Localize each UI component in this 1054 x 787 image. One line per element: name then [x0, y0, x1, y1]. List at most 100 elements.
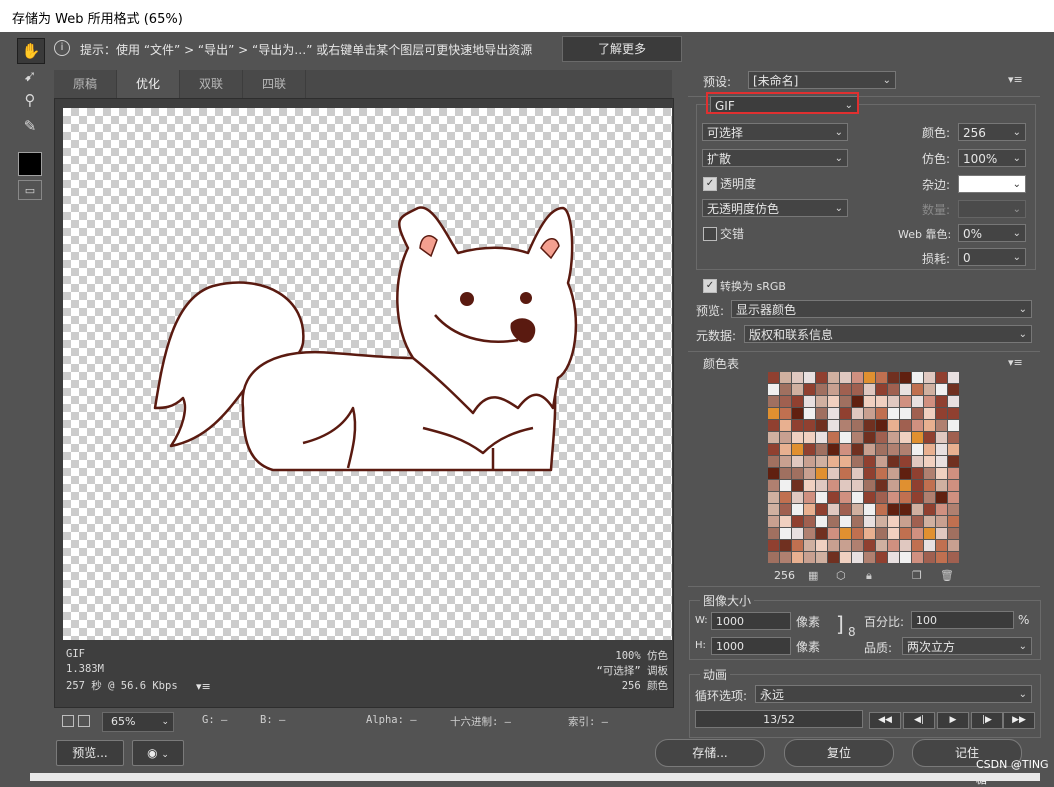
color-swatch[interactable] — [948, 384, 960, 396]
color-swatch[interactable] — [780, 468, 792, 480]
color-swatch[interactable] — [792, 468, 804, 480]
color-swatch[interactable] — [864, 372, 876, 384]
color-swatch[interactable] — [768, 408, 780, 420]
color-swatch[interactable] — [936, 384, 948, 396]
lock-icon[interactable]: 🔒︎ — [866, 569, 872, 583]
next-frame-button[interactable]: |▶ — [971, 712, 1003, 729]
color-swatch[interactable] — [900, 420, 912, 432]
color-table-menu-icon[interactable]: ▾≡ — [1008, 356, 1023, 369]
color-swatch[interactable] — [888, 384, 900, 396]
color-swatch[interactable] — [876, 396, 888, 408]
preset-select[interactable]: [未命名] ⌄ — [748, 71, 896, 89]
color-swatch[interactable] — [792, 432, 804, 444]
color-swatch[interactable] — [852, 444, 864, 456]
color-swatch[interactable] — [888, 408, 900, 420]
color-swatch[interactable] — [804, 492, 816, 504]
color-swatch[interactable] — [852, 540, 864, 552]
color-swatch[interactable] — [816, 396, 828, 408]
color-swatch[interactable] — [768, 372, 780, 384]
download-speed-menu-icon[interactable]: ▾≡ — [196, 680, 211, 693]
color-swatch[interactable] — [840, 396, 852, 408]
color-swatch[interactable] — [816, 432, 828, 444]
color-swatch[interactable] — [948, 396, 960, 408]
color-swatch[interactable] — [792, 552, 804, 564]
color-swatch[interactable] — [816, 408, 828, 420]
color-swatch[interactable] — [792, 396, 804, 408]
color-swatch[interactable] — [780, 552, 792, 564]
convert-srgb-checkbox[interactable]: ✓ — [703, 279, 717, 293]
color-swatch[interactable] — [852, 396, 864, 408]
color-swatch[interactable] — [900, 444, 912, 456]
color-swatch[interactable] — [804, 516, 816, 528]
colors-select[interactable]: 256 ⌄ — [958, 123, 1026, 141]
color-swatch[interactable] — [840, 540, 852, 552]
dither-algorithm-select[interactable]: 扩散 ⌄ — [702, 149, 848, 167]
cube-icon[interactable]: ⬡ — [836, 569, 846, 582]
color-swatch[interactable] — [852, 528, 864, 540]
color-swatch[interactable] — [888, 480, 900, 492]
color-swatch[interactable] — [780, 396, 792, 408]
color-swatch[interactable] — [924, 420, 936, 432]
color-swatch[interactable] — [804, 384, 816, 396]
color-swatch[interactable] — [828, 492, 840, 504]
color-swatch[interactable] — [948, 480, 960, 492]
color-swatch[interactable] — [864, 516, 876, 528]
color-swatch[interactable] — [852, 504, 864, 516]
color-swatch[interactable] — [900, 516, 912, 528]
color-swatch[interactable] — [840, 528, 852, 540]
color-swatch[interactable] — [900, 432, 912, 444]
color-swatch[interactable] — [912, 516, 924, 528]
color-swatch[interactable] — [948, 432, 960, 444]
color-swatch[interactable] — [780, 432, 792, 444]
color-swatch[interactable] — [912, 372, 924, 384]
color-swatch[interactable] — [804, 504, 816, 516]
color-swatch[interactable] — [912, 528, 924, 540]
color-swatch[interactable] — [888, 504, 900, 516]
color-swatch[interactable] — [936, 492, 948, 504]
color-swatch[interactable] — [876, 504, 888, 516]
color-swatch[interactable] — [804, 420, 816, 432]
hand-tool-icon[interactable]: ✋ — [17, 38, 45, 64]
color-swatch[interactable] — [948, 420, 960, 432]
color-swatch[interactable] — [816, 420, 828, 432]
quality-select[interactable]: 两次立方 ⌄ — [902, 637, 1032, 655]
color-swatch[interactable] — [804, 396, 816, 408]
color-swatch[interactable] — [828, 396, 840, 408]
tab-4-up[interactable]: 四联 — [243, 70, 306, 98]
color-swatch[interactable] — [888, 468, 900, 480]
color-swatch[interactable] — [948, 372, 960, 384]
color-swatch[interactable] — [816, 492, 828, 504]
zoom-tool-icon[interactable]: ⚲ — [17, 88, 43, 112]
color-swatch[interactable] — [936, 408, 948, 420]
color-swatch[interactable] — [828, 432, 840, 444]
color-swatch[interactable] — [768, 528, 780, 540]
color-swatch[interactable] — [936, 540, 948, 552]
save-button[interactable]: 存储... — [655, 739, 765, 767]
color-swatch[interactable] — [768, 420, 780, 432]
metadata-select[interactable]: 版权和联系信息 ⌄ — [744, 325, 1032, 343]
color-swatch[interactable] — [828, 552, 840, 564]
lossy-select[interactable]: 0 ⌄ — [958, 248, 1026, 266]
color-swatch[interactable] — [924, 480, 936, 492]
color-swatch[interactable] — [780, 540, 792, 552]
color-swatch[interactable] — [852, 552, 864, 564]
color-swatch[interactable] — [816, 552, 828, 564]
color-swatch[interactable] — [876, 408, 888, 420]
color-swatch[interactable] — [840, 408, 852, 420]
color-swatch[interactable] — [924, 492, 936, 504]
tab-optimized[interactable]: 优化 — [117, 70, 180, 98]
color-swatch[interactable] — [852, 372, 864, 384]
color-swatch[interactable] — [840, 372, 852, 384]
color-table-grid[interactable] — [768, 372, 961, 565]
color-swatch[interactable] — [936, 420, 948, 432]
color-swatch[interactable] — [840, 492, 852, 504]
preview-canvas[interactable] — [63, 108, 672, 640]
color-swatch[interactable] — [876, 540, 888, 552]
slice-select-tool-icon[interactable]: ➹ — [17, 64, 43, 88]
color-swatch[interactable] — [864, 432, 876, 444]
color-swatch[interactable] — [948, 492, 960, 504]
color-swatch[interactable] — [912, 384, 924, 396]
eyedropper-tool-icon[interactable]: ✎ — [17, 114, 43, 138]
color-swatch[interactable] — [900, 468, 912, 480]
color-swatch[interactable] — [840, 384, 852, 396]
